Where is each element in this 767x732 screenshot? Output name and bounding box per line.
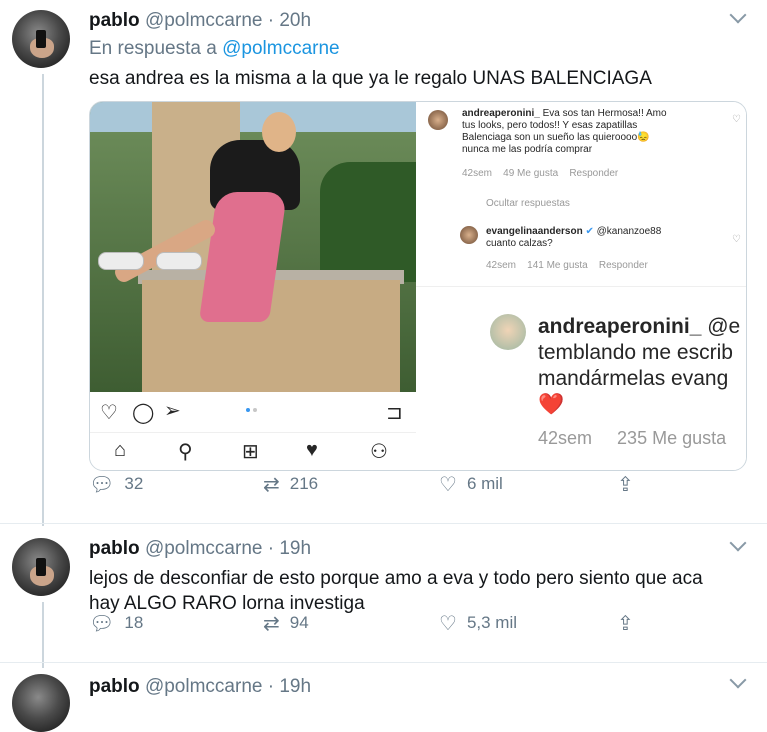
like-count: 6 mil [466,474,503,493]
handle[interactable]: @polmccarne [145,10,263,31]
comment-meta: 42sem 49 Me gusta Responder [462,168,619,179]
retweet-icon: ⇄ [263,473,280,496]
heart-icon: ♡ [439,473,457,496]
instagram-comments: andreaperonini_ Eva sos tan Hermosa!! Am… [416,102,746,470]
bookmark-icon: ⊐ [386,402,403,424]
heart-icon: ♡ [100,402,118,424]
reply-button[interactable]: 💬︎ 18 [89,611,143,636]
like-count: 5,3 mil [466,613,518,632]
reply-handle-link[interactable]: @polmccarne [222,38,340,59]
instagram-actions: ♡ ◯ ➢ ⊐ [90,392,416,432]
tweet-header: pablo @polmccarne · 19h [89,676,311,698]
heart-icon: ♡ [439,612,457,635]
like-button[interactable]: ♡ 6 mil [439,472,503,497]
avatar[interactable] [12,674,70,732]
carousel-dot [246,408,250,412]
timestamp[interactable]: · 19h [268,676,311,697]
avatar [460,226,478,244]
comment-text: andreaperonini_ Eva sos tan Hermosa!! Am… [462,108,667,155]
reply-context: En respuesta a @polmccarne [89,38,340,59]
display-name[interactable]: pablo [89,538,140,559]
reply-button[interactable]: 💬︎ 32 [89,472,143,497]
avatar [490,314,526,350]
timestamp[interactable]: · 20h [268,10,311,31]
avatar[interactable] [12,538,70,596]
tweet-text: esa andrea es la misma a la que ya le re… [89,68,652,89]
reply-icon: 💬︎ [89,473,115,496]
retweet-count: 94 [289,613,309,632]
comment-text: evangelinaanderson ✔ @kananzoe88 cuanto … [486,226,662,249]
send-icon: ➢ [164,400,181,422]
comment-icon: ◯ [132,402,155,424]
tweet-header: pablo @polmccarne · 19h [89,538,311,560]
share-button[interactable]: ⇪ [617,472,634,497]
handle[interactable]: @polmccarne [145,538,263,559]
reply-count: 32 [124,474,144,493]
comment-meta: 42sem 235 Me gusta [538,428,727,448]
retweet-count: 216 [289,474,319,493]
instagram-photo [90,102,416,392]
home-icon: ⌂ [114,439,127,461]
hide-replies: Ocultar respuestas [486,198,570,209]
display-name[interactable]: pablo [89,676,140,697]
chevron-down-icon[interactable] [729,6,747,24]
comment-text: andreaperonini_ @e temblando me escrib m… [538,315,741,416]
share-icon: ⇪ [617,473,634,496]
avatar[interactable] [12,10,70,68]
display-name[interactable]: pablo [89,10,140,31]
tweet-text: lejos de desconfiar de esto porque amo a… [89,568,703,614]
chevron-down-icon[interactable] [729,534,747,552]
share-button[interactable]: ⇪ [617,611,634,636]
add-icon: ⊞ [242,441,259,463]
carousel-dot [253,408,257,412]
reply-icon: 💬︎ [89,612,115,635]
profile-icon: ⚇ [370,441,388,463]
share-icon: ⇪ [617,612,634,635]
instagram-nav: ⌂ ⚲ ⊞ ♥ ⚇ [90,432,416,470]
retweet-icon: ⇄ [263,612,280,635]
comment-meta: 42sem 141 Me gusta Responder [486,260,648,271]
heart-filled-icon: ♥ [306,439,318,461]
avatar [428,110,448,130]
embedded-image[interactable]: ♡ ◯ ➢ ⊐ ⌂ ⚲ ⊞ ♥ ⚇ andreaperonini_ Eva so… [89,101,747,471]
retweet-button[interactable]: ⇄ 216 [263,472,318,497]
heart-icon: ♡ [732,114,741,125]
retweet-button[interactable]: ⇄ 94 [263,611,309,636]
like-button[interactable]: ♡ 5,3 mil [439,611,517,636]
divider [0,523,767,524]
thread-line [42,602,44,668]
thread-line [42,74,44,526]
heart-icon: ♡ [732,234,741,245]
timestamp[interactable]: · 19h [268,538,311,559]
divider [0,662,767,663]
heart-emoji: ❤️ [538,393,565,416]
search-icon: ⚲ [178,441,193,463]
reply-count: 18 [124,613,144,632]
tweet-header: pablo @polmccarne · 20h [89,10,311,32]
handle[interactable]: @polmccarne [145,676,263,697]
